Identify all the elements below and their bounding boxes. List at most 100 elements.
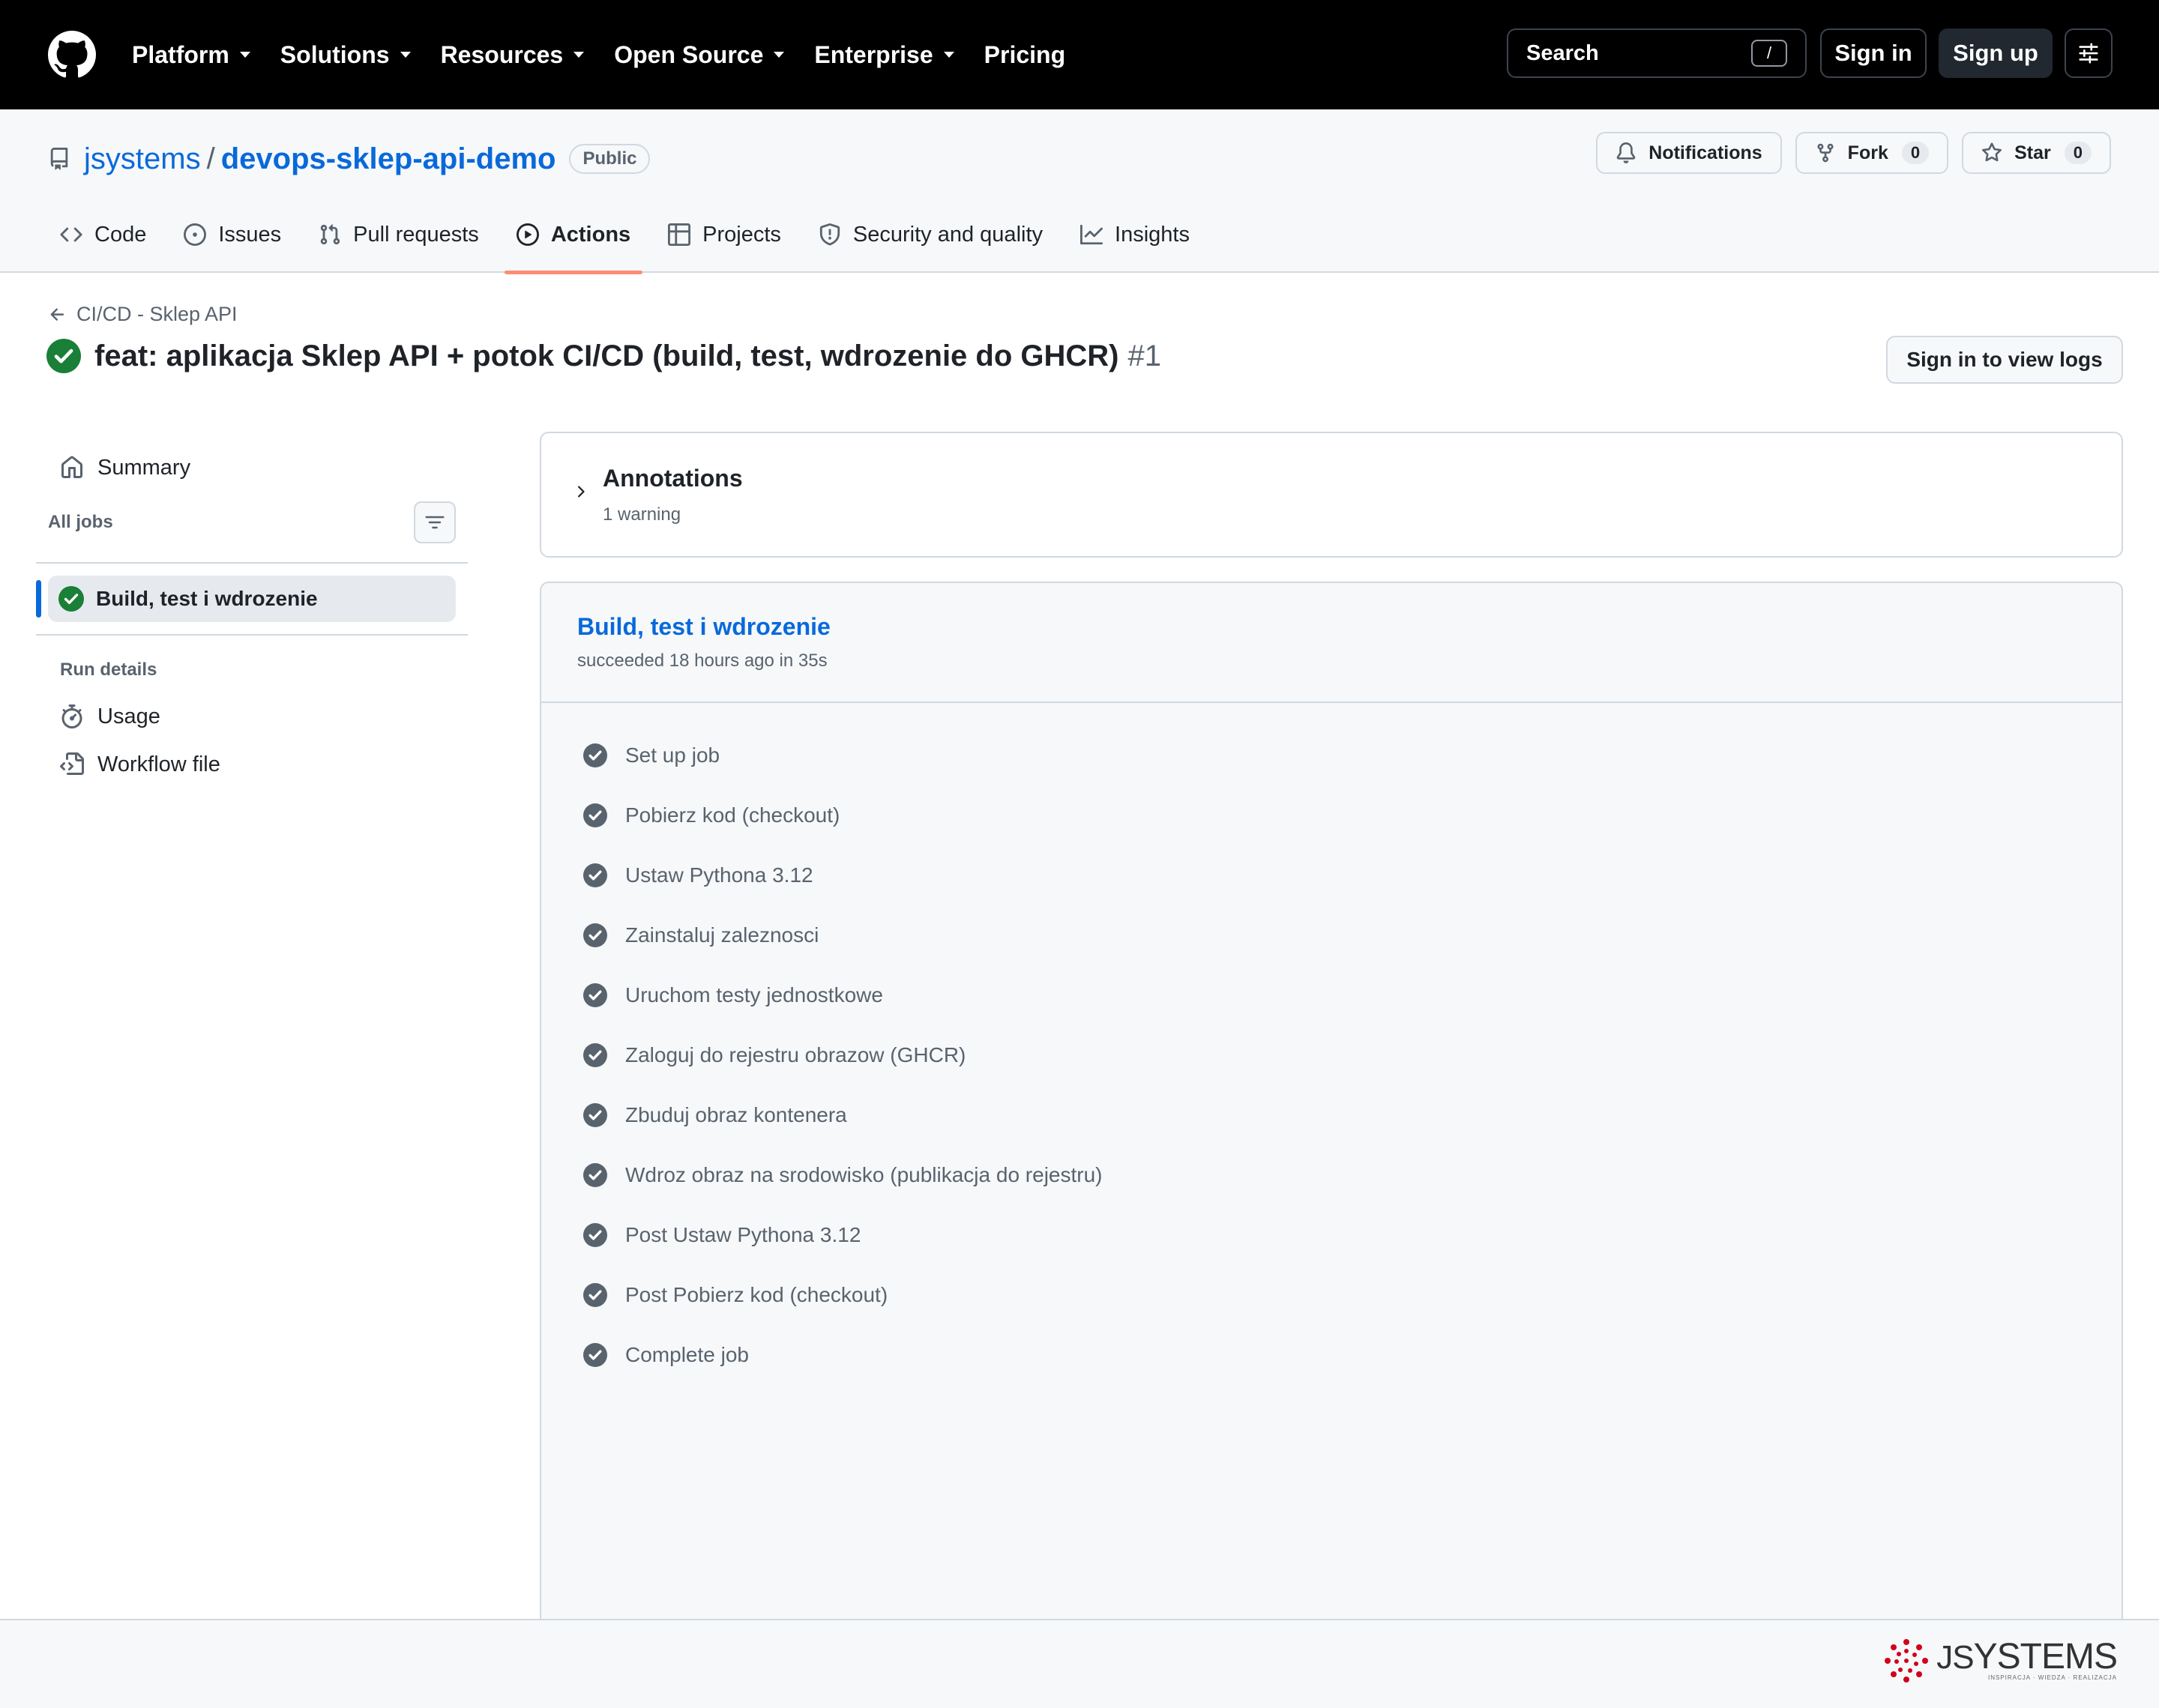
footer: JSYSTEMS INSPIRACJA · WIEDZA · REALIZACJ… bbox=[0, 1619, 2159, 1708]
nav-platform[interactable]: Platform bbox=[132, 41, 250, 69]
sidebar-item-summary[interactable]: Summary bbox=[48, 450, 456, 486]
job-step[interactable]: Post Pobierz kod (checkout) bbox=[583, 1265, 1103, 1325]
repo-name-link[interactable]: devops-sklep-api-demo bbox=[221, 142, 556, 176]
check-circle-fill-icon bbox=[583, 1043, 607, 1067]
check-circle-fill-icon bbox=[583, 923, 607, 947]
sign-up-button[interactable]: Sign up bbox=[1939, 28, 2053, 78]
nav-pricing[interactable]: Pricing bbox=[984, 41, 1065, 69]
code-icon bbox=[60, 227, 82, 242]
nav-label: Pricing bbox=[984, 40, 1066, 68]
job-step[interactable]: Ustaw Pythona 3.12 bbox=[583, 845, 1103, 905]
back-to-workflow-link[interactable]: CI/CD - Sklep API bbox=[48, 303, 238, 326]
check-circle-fill-icon bbox=[583, 1163, 607, 1187]
job-step-label: Uruchom testy jednostkowe bbox=[625, 983, 883, 1007]
filter-jobs-button[interactable] bbox=[414, 501, 456, 543]
repo-owner-link[interactable]: jsystems bbox=[84, 142, 201, 176]
nav-enterprise[interactable]: Enterprise bbox=[814, 41, 954, 69]
fork-icon bbox=[1817, 143, 1834, 163]
jsystems-dots-logo-icon bbox=[1885, 1639, 1929, 1683]
nav-label: Enterprise bbox=[814, 40, 933, 68]
fork-button[interactable]: Fork 0 bbox=[1795, 132, 1949, 174]
nav-solutions[interactable]: Solutions bbox=[280, 41, 411, 69]
tab-security[interactable]: Security and quality bbox=[807, 196, 1055, 273]
search-label: Search bbox=[1526, 40, 1599, 65]
search-input[interactable]: Search / bbox=[1507, 28, 1807, 78]
file-code-icon bbox=[60, 752, 84, 775]
tab-insights[interactable]: Insights bbox=[1068, 196, 1202, 273]
job-step[interactable]: Post Ustaw Pythona 3.12 bbox=[583, 1205, 1103, 1265]
job-step-label: Zainstaluj zaleznosci bbox=[625, 923, 819, 947]
star-label: Star bbox=[2014, 142, 2051, 163]
brand-name: JSYSTEMS bbox=[1936, 1637, 2118, 1677]
sidebar-item-job[interactable]: Build, test i wdrozenie bbox=[48, 576, 456, 622]
all-jobs-header: All jobs bbox=[48, 498, 456, 547]
tab-pull-requests[interactable]: Pull requests bbox=[307, 196, 491, 273]
tab-label: Actions bbox=[550, 222, 631, 247]
repo-header: jsystems / devops-sklep-api-demo Public … bbox=[0, 109, 2159, 274]
sign-in-to-view-logs-button[interactable]: Sign in to view logs bbox=[1886, 336, 2123, 384]
search-shortcut-hint: / bbox=[1751, 40, 1787, 67]
brand-tagline: INSPIRACJA · WIEDZA · REALIZACJA bbox=[1987, 1674, 2117, 1681]
shield-icon bbox=[819, 223, 840, 246]
run-number: #1 bbox=[1127, 339, 1161, 372]
job-title-link[interactable]: Build, test i wdrozenie bbox=[577, 613, 831, 641]
job-step[interactable]: Set up job bbox=[583, 725, 1103, 785]
job-step[interactable]: Zainstaluj zaleznosci bbox=[583, 905, 1103, 965]
check-circle-fill-icon bbox=[583, 743, 607, 767]
bell-icon bbox=[1617, 142, 1636, 163]
check-circle-fill-icon bbox=[583, 983, 607, 1007]
job-step[interactable]: Uruchom testy jednostkowe bbox=[583, 965, 1103, 1025]
nav-open-source[interactable]: Open Source bbox=[614, 40, 785, 69]
tab-code[interactable]: Code bbox=[48, 196, 158, 273]
tab-label: Projects bbox=[702, 222, 781, 247]
check-circle-fill-icon bbox=[583, 1103, 607, 1127]
star-icon bbox=[1982, 142, 2002, 162]
job-step[interactable]: Wdroz obraz na srodowisko (publikacja do… bbox=[583, 1145, 1103, 1205]
annotations-panel[interactable]: Annotations 1 warning bbox=[540, 432, 2123, 558]
repo-path-separator: / bbox=[206, 142, 215, 175]
caret-down-icon bbox=[239, 52, 250, 58]
notifications-button[interactable]: Notifications bbox=[1596, 132, 1782, 174]
check-circle-fill-icon bbox=[583, 1343, 607, 1367]
sidebar-item-workflow-file[interactable]: Workflow file bbox=[48, 745, 456, 784]
settings-menu-button[interactable] bbox=[2065, 28, 2113, 78]
job-step-label: Post Pobierz kod (checkout) bbox=[625, 1283, 888, 1306]
sidebar-item-label: Usage bbox=[97, 704, 160, 728]
tab-actions[interactable]: Actions bbox=[504, 196, 643, 274]
all-jobs-label: All jobs bbox=[48, 512, 113, 532]
job-step-label: Wdroz obraz na srodowisko (publikacja do… bbox=[625, 1163, 1103, 1186]
sidebar-item-usage[interactable]: Usage bbox=[48, 697, 456, 736]
star-button[interactable]: Star 0 bbox=[1962, 132, 2111, 174]
annotations-count: 1 warning bbox=[603, 504, 681, 525]
job-step[interactable]: Pobierz kod (checkout) bbox=[583, 785, 1103, 845]
run-details-heading: Run details bbox=[60, 660, 157, 680]
nav-label: Open Source bbox=[614, 40, 764, 68]
repo-nav: Code Issues Pull requests Actions Projec… bbox=[48, 196, 1215, 274]
job-label: Build, test i wdrozenie bbox=[96, 587, 318, 610]
job-panel-header: Build, test i wdrozenie succeeded 18 hou… bbox=[541, 583, 2122, 703]
check-circle-fill-icon bbox=[583, 1223, 607, 1247]
global-nav: Platform Solutions Resources Open Source… bbox=[132, 0, 1095, 109]
sidebar-item-label: Summary bbox=[97, 455, 191, 480]
job-panel: Build, test i wdrozenie succeeded 18 hou… bbox=[540, 582, 2123, 1623]
issue-icon bbox=[184, 223, 207, 246]
github-logo-icon[interactable] bbox=[48, 31, 96, 79]
check-circle-fill-icon bbox=[46, 339, 81, 373]
caret-down-icon bbox=[573, 52, 585, 58]
tab-label: Code bbox=[94, 222, 147, 247]
tab-issues[interactable]: Issues bbox=[172, 196, 293, 273]
sign-in-button[interactable]: Sign in bbox=[1820, 28, 1927, 78]
nav-resources[interactable]: Resources bbox=[441, 41, 585, 69]
sidebar-divider bbox=[36, 562, 468, 564]
tab-projects[interactable]: Projects bbox=[656, 196, 793, 273]
run-title-text: feat: aplikacja Sklep API + potok CI/CD … bbox=[94, 339, 1119, 372]
job-step[interactable]: Complete job bbox=[583, 1325, 1103, 1385]
play-icon bbox=[516, 223, 539, 246]
repo-title: jsystems / devops-sklep-api-demo Public bbox=[48, 136, 651, 181]
job-step[interactable]: Zbuduj obraz kontenera bbox=[583, 1085, 1103, 1145]
check-circle-fill-icon bbox=[583, 803, 607, 827]
sidebar-item-label: Workflow file bbox=[97, 752, 220, 776]
job-step[interactable]: Zaloguj do rejestru obrazow (GHCR) bbox=[583, 1025, 1103, 1085]
graph-icon bbox=[1080, 224, 1103, 245]
repo-icon bbox=[50, 148, 68, 170]
